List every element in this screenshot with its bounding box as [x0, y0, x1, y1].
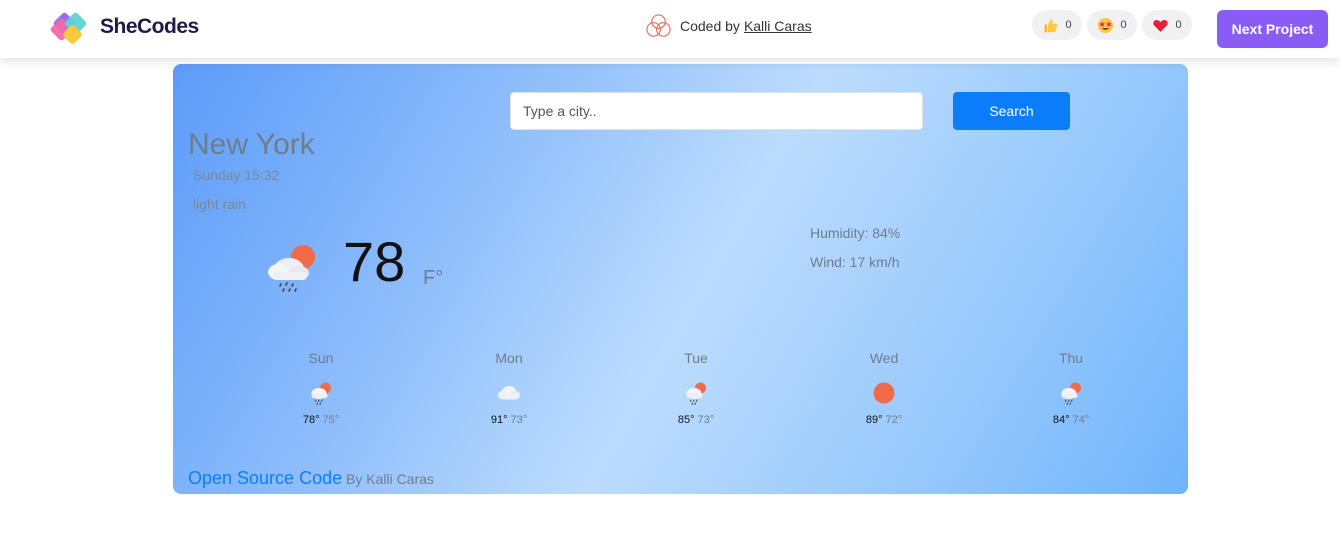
forecast-min: 75° — [322, 414, 340, 426]
logo-text: SheCodes — [100, 15, 199, 38]
forecast-max: 89° — [865, 414, 883, 426]
forecast-temps: 91° 73° — [449, 414, 569, 426]
forecast-max: 85° — [677, 414, 695, 426]
forecast-min: 74° — [1072, 414, 1090, 426]
footer-author: By Kalli Caras — [346, 471, 434, 487]
wind-speed: Wind: 17 km/h — [810, 254, 900, 270]
forecast-temps: 85° 73° — [636, 414, 756, 426]
search-button[interactable]: Search — [953, 92, 1070, 130]
forecast-day-name: Thu — [1058, 350, 1084, 366]
forecast-max: 78° — [302, 414, 320, 426]
open-source-code-link[interactable]: Open Source Code — [188, 468, 342, 488]
forecast-max: 91° — [490, 414, 508, 426]
city-name: New York — [188, 128, 315, 161]
weather-app-card: Search New York Sunday 15:32 light rain … — [173, 64, 1188, 494]
forecast-day-name: Mon — [495, 350, 523, 366]
author-link[interactable]: Kalli Caras — [744, 18, 812, 34]
top-navigation-bar: SheCodes Coded by Kalli Caras 0 0 0 Next… — [0, 0, 1340, 58]
forecast-day-name: Sun — [308, 350, 334, 366]
reaction-star-struck[interactable]: 0 — [1087, 10, 1137, 40]
humidity: Humidity: 84% — [810, 225, 901, 241]
reaction-count: 0 — [1120, 19, 1127, 31]
forecast-min: 73° — [510, 414, 528, 426]
thumbs-up-icon — [1044, 18, 1058, 32]
heart-icon — [1153, 19, 1169, 32]
footer-credit: Open Source Code By Kalli Caras — [188, 468, 434, 489]
coded-by-label: Coded by — [680, 18, 740, 34]
weather-description: light rain — [193, 196, 246, 212]
reaction-heart[interactable]: 0 — [1142, 10, 1192, 40]
rain-cloud-sun-icon — [1061, 382, 1081, 405]
reactions-group: 0 0 0 — [1032, 10, 1192, 40]
shecodes-logo[interactable]: SheCodes — [50, 5, 199, 49]
star-struck-icon — [1098, 17, 1114, 33]
reaction-count: 0 — [1065, 19, 1072, 31]
forecast-day: Tue 85° 73° — [636, 350, 756, 426]
reaction-thumbs-up[interactable]: 0 — [1032, 10, 1082, 40]
current-date-time: Sunday 15:32 — [193, 167, 280, 183]
forecast-day: Sun 78° 75° — [261, 350, 381, 426]
forecast-day: Wed 89° 72° — [824, 350, 944, 426]
rain-cloud-sun-icon — [311, 382, 331, 405]
forecast-temps: 78° 75° — [261, 414, 381, 426]
cloud-icon — [498, 386, 520, 400]
coded-by: Coded by Kalli Caras — [645, 12, 812, 40]
rain-cloud-sun-icon — [686, 382, 706, 405]
current-temperature: 78 — [343, 230, 406, 293]
shecodes-logo-icon — [50, 12, 87, 44]
forecast-min: 72° — [885, 414, 903, 426]
reaction-count: 0 — [1175, 19, 1182, 31]
forecast-day-name: Tue — [684, 350, 708, 366]
sun-icon — [873, 382, 895, 404]
temperature-unit[interactable]: F° — [423, 267, 443, 290]
forecast-temps: 89° 72° — [824, 414, 944, 426]
forecast-min: 73° — [697, 414, 715, 426]
forecast-temps: 84° 74° — [1011, 414, 1131, 426]
forecast-day: Thu 84° 74° — [1011, 350, 1131, 426]
rain-cloud-sun-icon — [268, 245, 315, 292]
forecast-day: Mon 91° 73° — [449, 350, 569, 426]
forecast-max: 84° — [1052, 414, 1070, 426]
city-search-input[interactable] — [510, 92, 923, 130]
rings-icon — [646, 13, 671, 37]
forecast-day-name: Wed — [869, 350, 899, 366]
next-project-button[interactable]: Next Project — [1217, 10, 1328, 48]
